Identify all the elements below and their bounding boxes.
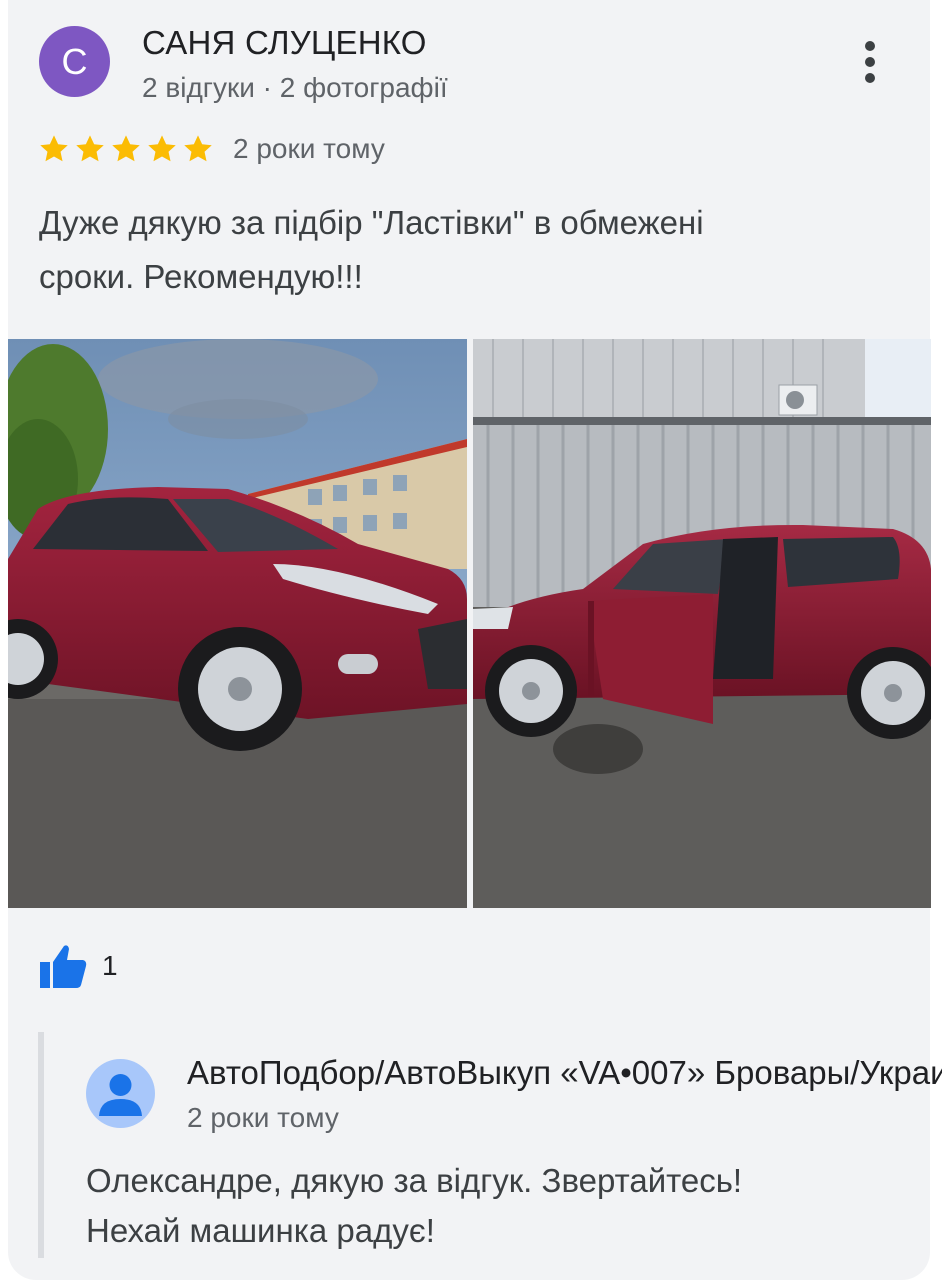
owner-reply-text: Олександре, дякую за відгук. Звертайтесь…: [86, 1156, 906, 1256]
review-text-line: Дуже дякую за підбір "Ластівки" в обмеже…: [39, 204, 704, 241]
review-time: 2 роки тому: [233, 133, 385, 164]
star-icon: [146, 133, 178, 165]
owner-reply-time: 2 роки тому: [187, 1102, 339, 1133]
person-icon: [99, 1074, 142, 1116]
reviewer-avatar[interactable]: С: [39, 26, 110, 97]
thumbs-up-icon: [40, 945, 87, 988]
review-text: Дуже дякую за підбір "Ластівки" в обмеже…: [39, 196, 879, 304]
star-icon: [182, 133, 214, 165]
review-text-line: сроки. Рекомендую!!!: [39, 258, 363, 295]
reviewer-initial: С: [61, 40, 88, 82]
review-photo-1[interactable]: [8, 339, 467, 908]
star-icon: [38, 133, 70, 165]
like-count: 1: [102, 950, 118, 981]
owner-avatar[interactable]: [86, 1059, 155, 1128]
reviewer-name[interactable]: САНЯ СЛУЦЕНКО: [142, 24, 427, 62]
like-button[interactable]: 1: [38, 942, 118, 990]
reply-divider: [38, 1032, 44, 1258]
star-icon: [74, 133, 106, 165]
owner-name[interactable]: АвтоПодбор/АвтоВыкуп «VA•007» Бровары/Ук…: [187, 1054, 942, 1092]
review-photo-2[interactable]: [473, 339, 931, 908]
more-options-icon[interactable]: [850, 36, 890, 88]
reply-text-line: Нехай машинка радує!: [86, 1212, 435, 1249]
reply-text-line: Олександре, дякую за відгук. Звертайтесь…: [86, 1162, 743, 1199]
star-rating: [38, 133, 214, 165]
reviewer-meta: 2 відгуки · 2 фотографії: [142, 72, 448, 103]
star-icon: [110, 133, 142, 165]
